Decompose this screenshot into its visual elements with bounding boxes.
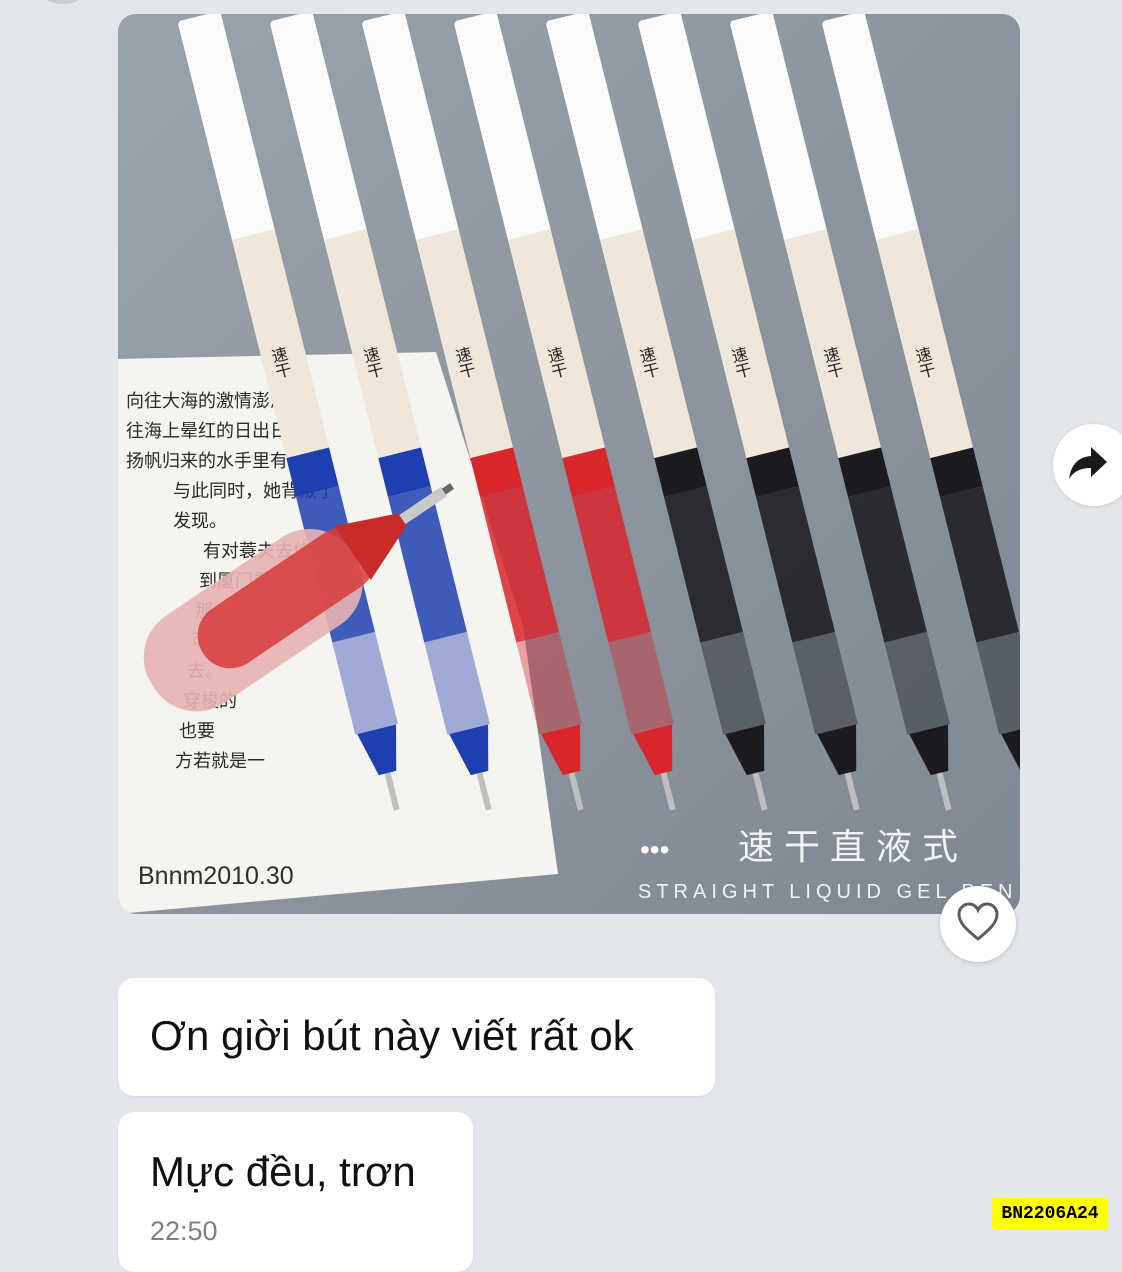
chat-message[interactable]: Mực đều, trơn 22:50 xyxy=(118,1112,473,1272)
handwriting-line: 也要 xyxy=(179,721,215,742)
tagline-chinese: 速干直液式 xyxy=(738,827,968,868)
message-text: Ơn giời bút này viết rất ok xyxy=(150,1012,634,1059)
message-text: Mực đều, trơn xyxy=(150,1148,416,1195)
handwriting-line: 发现。 xyxy=(173,511,227,532)
chat-message[interactable]: Ơn giời bút này viết rất ok xyxy=(118,978,715,1096)
photo-illustration: 向往大海的激情澎湃往海上晕红的日出日落扬帆归来的水手里有父亲与此同时，她背叛了发… xyxy=(118,14,1020,914)
handwriting-line: 向往大海的激情澎湃 xyxy=(126,391,288,412)
product-code-badge: BN2206A24 xyxy=(992,1198,1108,1230)
like-button[interactable] xyxy=(940,886,1016,962)
avatar[interactable] xyxy=(40,0,86,4)
product-photo[interactable]: 向往大海的激情澎湃 往海上晕红的日出日落 扬帆归来的水手里有父亲 与此同时，她背叛了发… xyxy=(118,14,1020,914)
tagline-dots: ••• xyxy=(640,834,669,865)
handwriting-line: 方若就是一 xyxy=(175,751,265,772)
message-timestamp: 22:50 xyxy=(150,1216,218,1246)
watermark-username: Bnnm2010.30 xyxy=(138,862,294,890)
share-button[interactable] xyxy=(1053,424,1122,506)
share-arrow-icon xyxy=(1067,445,1109,486)
heart-icon xyxy=(956,901,1000,947)
